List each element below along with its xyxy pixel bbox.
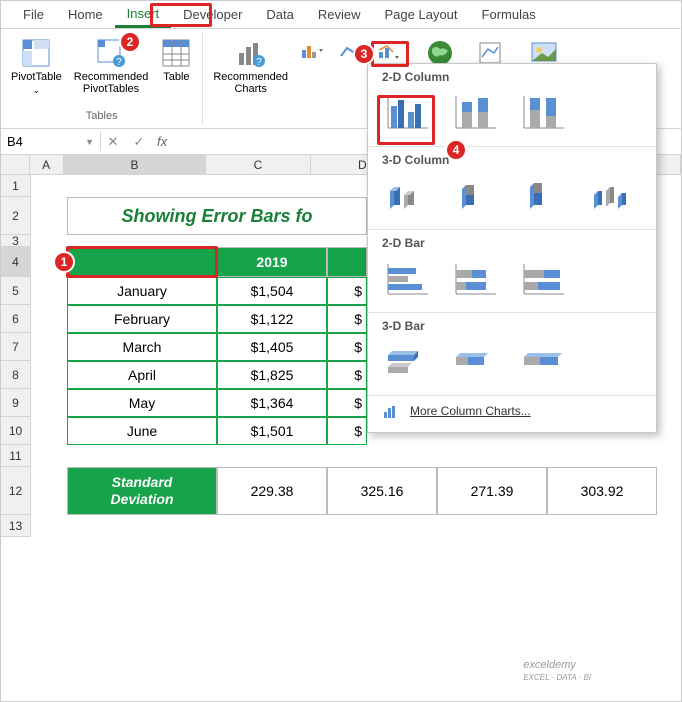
row-header[interactable]: 9 — [1, 389, 31, 417]
month-cell[interactable]: April — [67, 361, 217, 389]
dropdown-caret-icon: ⌄ — [33, 85, 41, 96]
value-cell[interactable]: $1,122 — [217, 305, 327, 333]
tab-review[interactable]: Review — [306, 3, 373, 26]
3d-stacked-bar[interactable] — [450, 341, 500, 383]
3d-stacked-column[interactable] — [450, 175, 500, 217]
value-cell[interactable]: $1,364 — [217, 389, 327, 417]
ribbon-group-tables: PivotTable ⌄ ? Recommended PivotTables T… — [1, 33, 203, 124]
tab-file[interactable]: File — [11, 3, 56, 26]
month-cell[interactable]: January — [67, 277, 217, 305]
gallery-section-3d-bar: 3-D Bar — [382, 319, 646, 333]
value-cell[interactable]: $ — [327, 361, 367, 389]
column-chart-gallery: 2-D Column 3-D Column 2-D Bar — [367, 63, 657, 433]
table-button[interactable]: Table — [158, 35, 194, 85]
pivottable-button[interactable]: PivotTable ⌄ — [9, 35, 64, 98]
value-cell[interactable]: $ — [327, 389, 367, 417]
value-cell[interactable]: $ — [327, 277, 367, 305]
stacked-column-chart[interactable] — [450, 92, 500, 134]
pivottable-label: PivotTable — [11, 71, 62, 83]
recommended-charts-button[interactable]: ? Recommended Charts — [211, 35, 290, 97]
month-cell[interactable]: March — [67, 333, 217, 361]
3d-100-stacked-bar[interactable] — [518, 341, 568, 383]
tab-insert[interactable]: Insert — [115, 2, 172, 28]
row-header[interactable]: 7 — [1, 333, 31, 361]
value-cell[interactable]: $1,501 — [217, 417, 327, 445]
value-cell[interactable]: $1,405 — [217, 333, 327, 361]
tab-home[interactable]: Home — [56, 3, 115, 26]
month-cell[interactable]: June — [67, 417, 217, 445]
3d-clustered-bar[interactable] — [382, 341, 432, 383]
std-dev-cell[interactable]: 325.16 — [327, 467, 437, 515]
watermark: exceldemy EXCEL · DATA · BI — [523, 659, 591, 683]
enter-icon[interactable]: ✓ — [131, 134, 147, 150]
pivottable-icon — [20, 37, 52, 69]
tab-formulas[interactable]: Formulas — [470, 3, 548, 26]
name-box[interactable]: B4 ▼ — [1, 132, 101, 151]
select-all-corner[interactable] — [1, 155, 30, 175]
col-header-b[interactable]: B — [64, 155, 206, 175]
title-cell[interactable]: Showing Error Bars fo — [67, 197, 367, 235]
callout-badge-3: 3 — [353, 43, 375, 65]
3d-100-stacked-column[interactable] — [518, 175, 568, 217]
row-header[interactable]: 13 — [1, 515, 31, 537]
row-header[interactable]: 4 — [1, 247, 31, 277]
header-cell-c4[interactable]: 2019 — [217, 247, 327, 277]
recommended-charts-icon: ? — [235, 37, 267, 69]
std-dev-cell[interactable]: 271.39 — [437, 467, 547, 515]
100-stacked-column-chart[interactable] — [518, 92, 568, 134]
gallery-section-2d-bar: 2-D Bar — [382, 236, 646, 250]
col-header-a[interactable]: A — [30, 155, 64, 175]
std-dev-cell[interactable]: 229.38 — [217, 467, 327, 515]
combo-chart-dropdown[interactable] — [374, 39, 404, 63]
3d-column[interactable] — [586, 175, 636, 217]
table-icon — [160, 37, 192, 69]
table-label: Table — [163, 71, 189, 83]
value-cell[interactable]: $ — [327, 305, 367, 333]
std-dev-cell[interactable]: 303.92 — [547, 467, 657, 515]
ribbon-tabs: File Home Insert Developer Data Review P… — [1, 1, 681, 29]
fx-icon[interactable]: fx — [151, 134, 167, 149]
row-header[interactable]: 8 — [1, 361, 31, 389]
row-header[interactable]: 11 — [1, 445, 31, 467]
gallery-section-3d-column: 3-D Column — [382, 153, 646, 167]
tab-developer[interactable]: Developer — [171, 3, 254, 26]
value-cell[interactable]: $1,825 — [217, 361, 327, 389]
header-cell-d4[interactable] — [327, 247, 367, 277]
col-header-c[interactable]: C — [206, 155, 310, 175]
column-chart-dropdown[interactable] — [298, 39, 328, 63]
std-dev-label[interactable]: Standard Deviation — [67, 467, 217, 515]
row-header[interactable]: 12 — [1, 467, 31, 515]
100-stacked-bar-chart[interactable] — [518, 258, 568, 300]
callout-badge-1: 1 — [53, 251, 75, 273]
value-cell[interactable]: $1,504 — [217, 277, 327, 305]
callout-badge-4: 4 — [445, 139, 467, 161]
row-header[interactable]: 6 — [1, 305, 31, 333]
row-header[interactable]: 1 — [1, 175, 31, 197]
header-cell-b4[interactable] — [67, 247, 217, 277]
value-cell[interactable]: $ — [327, 417, 367, 445]
row-header[interactable]: 2 — [1, 197, 31, 235]
gallery-section-2d-column: 2-D Column — [382, 70, 646, 84]
tab-data[interactable]: Data — [254, 3, 305, 26]
stacked-bar-chart[interactable] — [450, 258, 500, 300]
row-header[interactable]: 10 — [1, 417, 31, 445]
clustered-column-chart[interactable] — [382, 92, 432, 134]
row-header[interactable]: 5 — [1, 277, 31, 305]
callout-badge-2: 2 — [119, 31, 141, 53]
svg-text:?: ? — [116, 57, 122, 67]
tables-group-label: Tables — [86, 110, 118, 122]
recommended-pivottables-label: Recommended PivotTables — [74, 71, 149, 95]
value-cell[interactable]: $ — [327, 333, 367, 361]
more-column-charts[interactable]: More Column Charts... — [368, 396, 656, 426]
3d-clustered-column[interactable] — [382, 175, 432, 217]
cancel-icon[interactable]: ✕ — [105, 134, 121, 150]
clustered-bar-chart[interactable] — [382, 258, 432, 300]
recommended-charts-label: Recommended Charts — [213, 71, 288, 95]
column-chart-icon — [382, 402, 400, 420]
tab-page-layout[interactable]: Page Layout — [373, 3, 470, 26]
month-cell[interactable]: May — [67, 389, 217, 417]
month-cell[interactable]: February — [67, 305, 217, 333]
row-header[interactable]: 3 — [1, 235, 31, 247]
svg-text:?: ? — [256, 57, 262, 67]
